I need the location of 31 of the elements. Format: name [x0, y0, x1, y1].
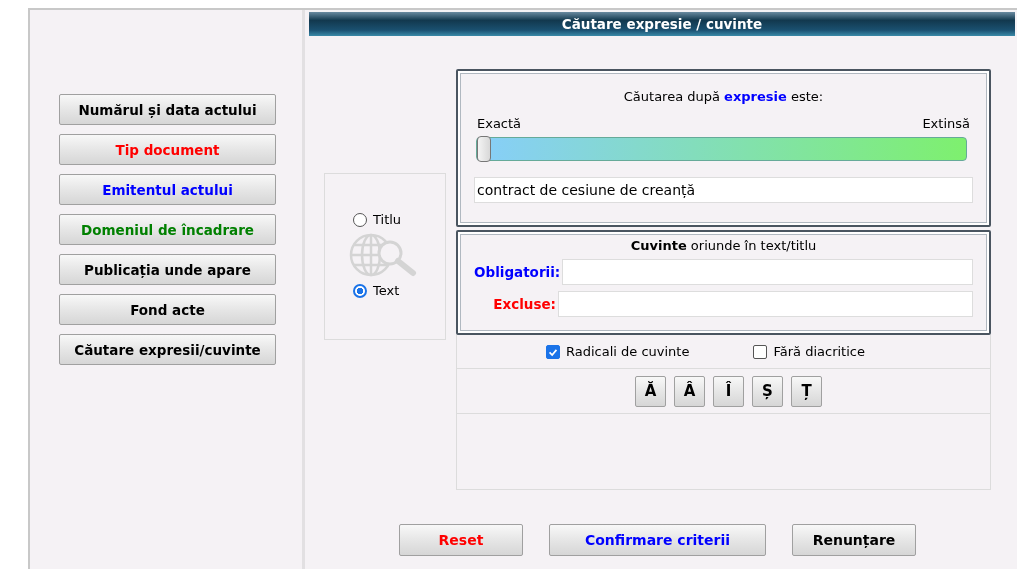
checkbox-label: Fără diacritice: [773, 344, 865, 359]
checkbox[interactable]: [546, 344, 560, 359]
action-button[interactable]: Renunțare: [792, 524, 916, 556]
checkbox[interactable]: [753, 344, 768, 359]
globe-search-icon: [349, 233, 419, 277]
input-field[interactable]: [558, 291, 973, 317]
menu-button[interactable]: Căutare expresii/cuvinte: [59, 334, 276, 365]
menu-button[interactable]: Numărul și data actului: [59, 94, 276, 125]
slider-min-label: Exactă: [477, 116, 522, 131]
expression-heading: Căutarea după expresie este:: [622, 89, 825, 104]
field-label: Excluse:: [493, 296, 556, 312]
slider-thumb[interactable]: [477, 136, 491, 162]
menu-button[interactable]: Fond acte: [59, 294, 276, 325]
expression-field[interactable]: contract de cesiune de creanță: [474, 177, 973, 203]
letter-button[interactable]: Ă: [635, 375, 666, 407]
panel-title: Căutare expresie / cuvinte: [309, 12, 1015, 36]
menu-button[interactable]: Emitentul actului: [59, 174, 276, 205]
letter-button[interactable]: Î: [713, 375, 744, 407]
field-label: Obligatorii:: [474, 264, 561, 280]
menu-button[interactable]: Domeniul de încadrare: [59, 214, 276, 245]
letter-button[interactable]: Ș: [752, 375, 783, 407]
menu-button[interactable]: Publicația unde apare: [59, 254, 276, 285]
letter-button[interactable]: Ț: [791, 375, 822, 407]
radio-option[interactable]: Text: [353, 283, 400, 298]
slider-max-label: Extinsă: [922, 116, 970, 131]
checkbox-label: Radicali de cuvinte: [566, 344, 690, 359]
input-field[interactable]: [562, 259, 973, 285]
action-button[interactable]: Confirmare criterii: [549, 524, 766, 556]
letter-button[interactable]: Â: [674, 375, 705, 407]
radio-option[interactable]: Titlu: [353, 212, 402, 227]
words-heading: Cuvinte oriunde în text/titlu: [629, 238, 818, 253]
